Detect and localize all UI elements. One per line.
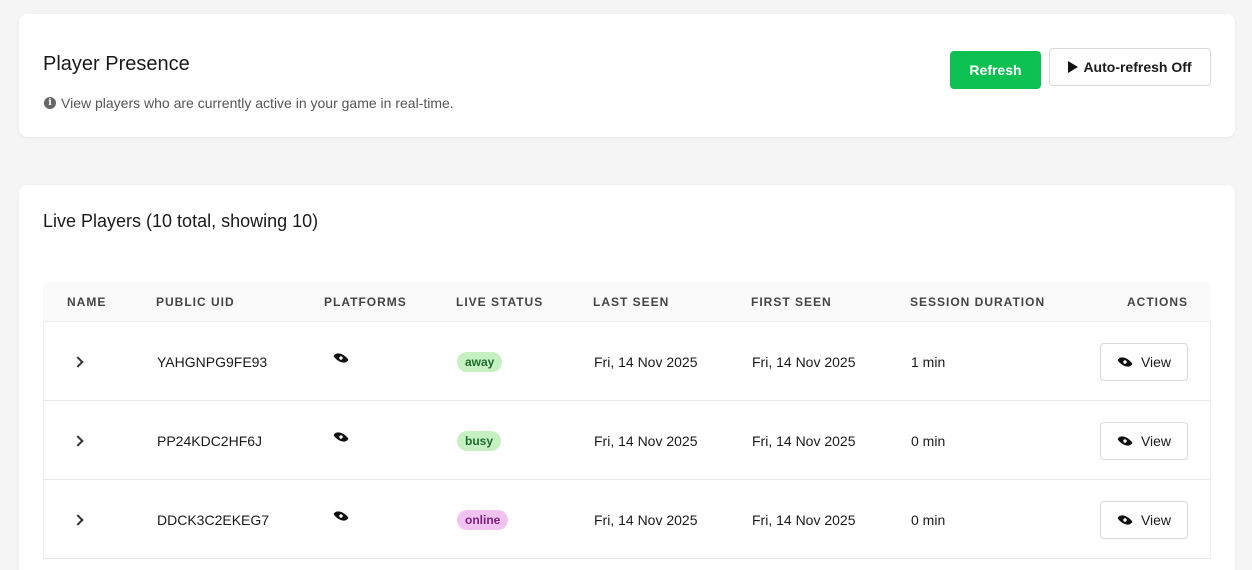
page-title: Player Presence <box>43 53 190 75</box>
expand-row-button[interactable] <box>72 480 84 559</box>
last-seen: Fri, 14 Nov 2025 <box>594 511 698 528</box>
first-seen: Fri, 14 Nov 2025 <box>752 353 856 370</box>
live-status-cell: busy <box>457 401 502 480</box>
actions-cell: View <box>1100 401 1188 480</box>
table-header: Name Public UID Platforms Live Status La… <box>43 282 1211 322</box>
view-label: View <box>1140 353 1172 370</box>
auto-refresh-button[interactable]: Auto-refresh Off <box>1049 48 1211 86</box>
view-player-button[interactable]: View <box>1100 342 1188 381</box>
table-row[interactable]: DDCK3C2EKEG7 online Fri, 14 Nov 2025 Fri… <box>43 480 1211 559</box>
first-seen: Fri, 14 Nov 2025 <box>752 432 856 449</box>
column-header-platforms[interactable]: Platforms <box>324 282 407 322</box>
session-duration: 0 min <box>911 432 946 449</box>
platform-cell <box>333 318 349 397</box>
eye-icon <box>333 428 349 445</box>
status-badge: busy <box>457 430 502 451</box>
public-uid: DDCK3C2EKEG7 <box>157 511 270 528</box>
eye-icon <box>333 349 349 366</box>
public-uid: PP24KDC2HF6J <box>157 432 263 449</box>
refresh-button[interactable]: Refresh <box>950 51 1041 89</box>
chevron-right-icon <box>72 434 84 447</box>
session-duration: 1 min <box>911 353 946 370</box>
eye-icon <box>1117 353 1133 370</box>
play-icon <box>1068 61 1079 73</box>
table-row[interactable]: YAHGNPG9FE93 away Fri, 14 Nov 2025 Fri, … <box>43 322 1211 401</box>
column-header-first-seen[interactable]: First Seen <box>751 282 832 322</box>
last-seen: Fri, 14 Nov 2025 <box>594 353 698 370</box>
view-player-button[interactable]: View <box>1100 500 1188 539</box>
live-players-card: Live Players (10 total, showing 10) Name… <box>19 185 1235 570</box>
column-header-last-seen[interactable]: Last Seen <box>593 282 669 322</box>
view-label: View <box>1140 432 1172 449</box>
eye-icon <box>1117 511 1133 528</box>
status-badge: online <box>457 509 509 530</box>
public-uid: YAHGNPG9FE93 <box>157 353 268 370</box>
session-duration: 0 min <box>911 511 946 528</box>
live-status-cell: online <box>457 480 509 559</box>
presence-header-card: Player Presence i View players who are c… <box>19 14 1235 137</box>
eye-icon <box>1117 432 1133 449</box>
column-header-session-duration[interactable]: Session Duration <box>910 282 1045 322</box>
actions-cell: View <box>1100 480 1188 559</box>
chevron-right-icon <box>72 355 84 368</box>
platform-cell <box>333 397 349 476</box>
column-header-public-uid[interactable]: Public UID <box>156 282 235 322</box>
view-player-button[interactable]: View <box>1100 421 1188 460</box>
status-badge: away <box>457 351 503 372</box>
expand-row-button[interactable] <box>72 401 84 480</box>
auto-refresh-label: Auto-refresh Off <box>1083 59 1192 75</box>
actions-cell: View <box>1100 322 1188 401</box>
column-header-name[interactable]: Name <box>67 282 106 322</box>
column-header-live-status[interactable]: Live Status <box>456 282 543 322</box>
table-row[interactable]: PP24KDC2HF6J busy Fri, 14 Nov 2025 Fri, … <box>43 401 1211 480</box>
description-text: View players who are currently active in… <box>61 95 454 111</box>
column-header-actions: Actions <box>1127 295 1188 309</box>
page-description: i View players who are currently active … <box>44 95 454 111</box>
platform-cell <box>333 476 349 555</box>
first-seen: Fri, 14 Nov 2025 <box>752 511 856 528</box>
eye-icon <box>333 507 349 524</box>
last-seen: Fri, 14 Nov 2025 <box>594 432 698 449</box>
view-label: View <box>1140 511 1172 528</box>
live-status-cell: away <box>457 322 503 401</box>
players-table: Name Public UID Platforms Live Status La… <box>43 282 1211 559</box>
info-icon: i <box>44 97 56 109</box>
chevron-right-icon <box>72 513 84 526</box>
section-title: Live Players (10 total, showing 10) <box>43 211 319 231</box>
expand-row-button[interactable] <box>72 322 84 401</box>
